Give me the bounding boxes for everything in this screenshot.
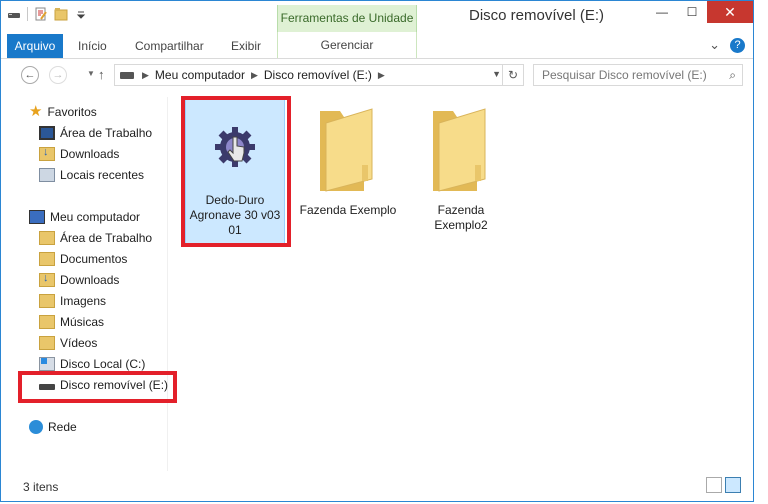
highlight-removable-drive xyxy=(18,371,177,403)
hard-drive-icon xyxy=(39,357,55,371)
sidebar-item-rede[interactable]: Rede xyxy=(29,420,77,434)
network-icon xyxy=(29,420,43,434)
toolbar-divider xyxy=(27,7,28,21)
up-button[interactable]: ↑ xyxy=(98,67,105,82)
sidebar-item-imagens[interactable]: Imagens xyxy=(39,294,106,308)
folder-icon xyxy=(39,315,55,329)
close-button[interactable]: ✕ xyxy=(707,1,753,23)
breadcrumb-meu-computador[interactable]: Meu computador xyxy=(155,68,245,82)
search-placeholder: Pesquisar Disco removível (E:) xyxy=(542,68,707,82)
sidebar-item-label: Vídeos xyxy=(60,336,98,350)
sidebar-item-label: Área de Trabalho xyxy=(60,126,153,140)
sidebar-item-label: Favoritos xyxy=(47,105,97,119)
sidebar-item-musicas[interactable]: Músicas xyxy=(39,315,104,329)
sidebar-item-favoritos[interactable]: ★ Favoritos xyxy=(29,103,97,120)
sidebar-item-label: Músicas xyxy=(60,315,105,329)
new-folder-icon[interactable] xyxy=(54,7,68,21)
sidebar-item-label: Área de Trabalho xyxy=(60,231,153,245)
ribbon-right-controls: ⌄ ? xyxy=(709,37,745,53)
search-icon: ⌕ xyxy=(729,68,736,82)
sidebar-item-area-de-trabalho-pc[interactable]: Área de Trabalho xyxy=(39,231,152,245)
item-count: 3 itens xyxy=(23,480,59,494)
sidebar-item-label: Locais recentes xyxy=(60,168,145,182)
help-icon[interactable]: ? xyxy=(730,37,745,53)
tab-compartilhar[interactable]: Compartilhar xyxy=(135,34,204,58)
drive-icon[interactable] xyxy=(7,7,21,21)
sidebar-item-label: Disco Local (C:) xyxy=(60,357,146,371)
status-bar: 3 itens xyxy=(1,473,753,501)
folder-icon xyxy=(39,252,55,266)
desktop-edge xyxy=(754,0,768,504)
sidebar-item-disco-local[interactable]: Disco Local (C:) xyxy=(39,357,145,371)
folder-icon xyxy=(320,108,373,192)
sidebar-item-locais-recentes[interactable]: Locais recentes xyxy=(39,168,144,182)
search-input[interactable]: Pesquisar Disco removível (E:) ⌕ xyxy=(533,64,743,86)
tab-exibir[interactable]: Exibir xyxy=(231,34,261,58)
folder-icon xyxy=(39,294,55,308)
details-view-icon[interactable] xyxy=(706,477,722,493)
drive-icon xyxy=(120,71,134,79)
sidebar-item-documentos[interactable]: Documentos xyxy=(39,252,127,266)
downloads-icon xyxy=(39,272,55,287)
highlight-app-file xyxy=(181,96,291,247)
sidebar-item-label: Downloads xyxy=(60,273,120,287)
tab-gerenciar[interactable]: Gerenciar xyxy=(277,32,417,58)
tab-inicio[interactable]: Início xyxy=(78,34,107,58)
recent-places-icon xyxy=(39,168,55,182)
minimize-button[interactable]: — xyxy=(647,1,677,23)
large-icons-view-icon[interactable] xyxy=(725,477,741,493)
navigation-pane: ★ Favoritos Área de Trabalho Downloads L… xyxy=(1,97,168,471)
refresh-button[interactable]: ↻ xyxy=(502,65,523,85)
sidebar-item-downloads[interactable]: Downloads xyxy=(39,146,120,161)
explorer-window: Ferramentas de Unidade Disco removível (… xyxy=(0,0,754,502)
breadcrumb-chevron-icon[interactable]: ▶ xyxy=(251,70,258,81)
sidebar-item-videos[interactable]: Vídeos xyxy=(39,336,97,350)
breadcrumb-chevron-icon[interactable]: ▶ xyxy=(378,70,385,81)
title-bar: Ferramentas de Unidade Disco removível (… xyxy=(1,1,753,32)
tab-arquivo[interactable]: Arquivo xyxy=(7,34,63,58)
ribbon-tabs: Arquivo Início Compartilhar Exibir Geren… xyxy=(1,32,753,59)
sidebar-item-label: Meu computador xyxy=(50,210,141,224)
file-item-label: Exemplo2 xyxy=(434,218,488,232)
folder-item-fazenda-exemplo[interactable]: Fazenda Exemplo xyxy=(298,97,398,247)
sidebar-item-meu-computador[interactable]: Meu computador xyxy=(29,210,140,224)
folder-icon xyxy=(39,336,55,350)
maximize-button[interactable]: ☐ xyxy=(677,1,707,23)
window-title: Disco removível (E:) xyxy=(469,7,605,24)
address-dropdown-icon[interactable]: ▼ xyxy=(492,69,501,79)
window-controls: — ☐ ✕ xyxy=(647,1,753,23)
quick-access-toolbar xyxy=(7,7,88,21)
forward-button[interactable]: → xyxy=(49,66,67,84)
sidebar-item-label: Documentos xyxy=(60,252,128,266)
recent-locations-chevron-icon[interactable]: ▼ xyxy=(87,69,95,78)
sidebar-item-area-de-trabalho[interactable]: Área de Trabalho xyxy=(39,126,152,140)
folder-icon xyxy=(433,108,486,192)
file-item-label: Fazenda xyxy=(437,203,485,217)
context-tab-group-label: Ferramentas de Unidade xyxy=(277,5,417,32)
computer-icon xyxy=(29,210,45,224)
qat-customize-icon[interactable] xyxy=(74,7,88,21)
sidebar-item-label: Imagens xyxy=(60,294,107,308)
desktop-icon xyxy=(39,126,55,140)
folder-icon xyxy=(39,231,55,245)
file-item-label: Fazenda Exemplo xyxy=(299,203,397,217)
downloads-icon xyxy=(39,146,55,161)
view-switcher xyxy=(706,477,741,493)
navigation-bar: ← → ▼ ↑ ▶ Meu computador ▶ Disco removív… xyxy=(1,59,753,91)
properties-icon[interactable] xyxy=(34,7,48,21)
breadcrumb-disco-removivel[interactable]: Disco removível (E:) xyxy=(264,68,372,82)
folder-item-fazenda-exemplo2[interactable]: Fazenda Exemplo2 xyxy=(411,97,511,247)
breadcrumb-chevron-icon[interactable]: ▶ xyxy=(142,70,149,81)
sidebar-item-label: Rede xyxy=(48,420,77,434)
ribbon-collapse-icon[interactable]: ⌄ xyxy=(709,37,720,53)
sidebar-item-downloads-pc[interactable]: Downloads xyxy=(39,272,120,287)
address-bar[interactable]: ▶ Meu computador ▶ Disco removível (E:) … xyxy=(114,64,524,86)
star-icon: ★ xyxy=(29,103,43,120)
back-button[interactable]: ← xyxy=(21,66,39,84)
sidebar-item-label: Downloads xyxy=(60,147,120,161)
